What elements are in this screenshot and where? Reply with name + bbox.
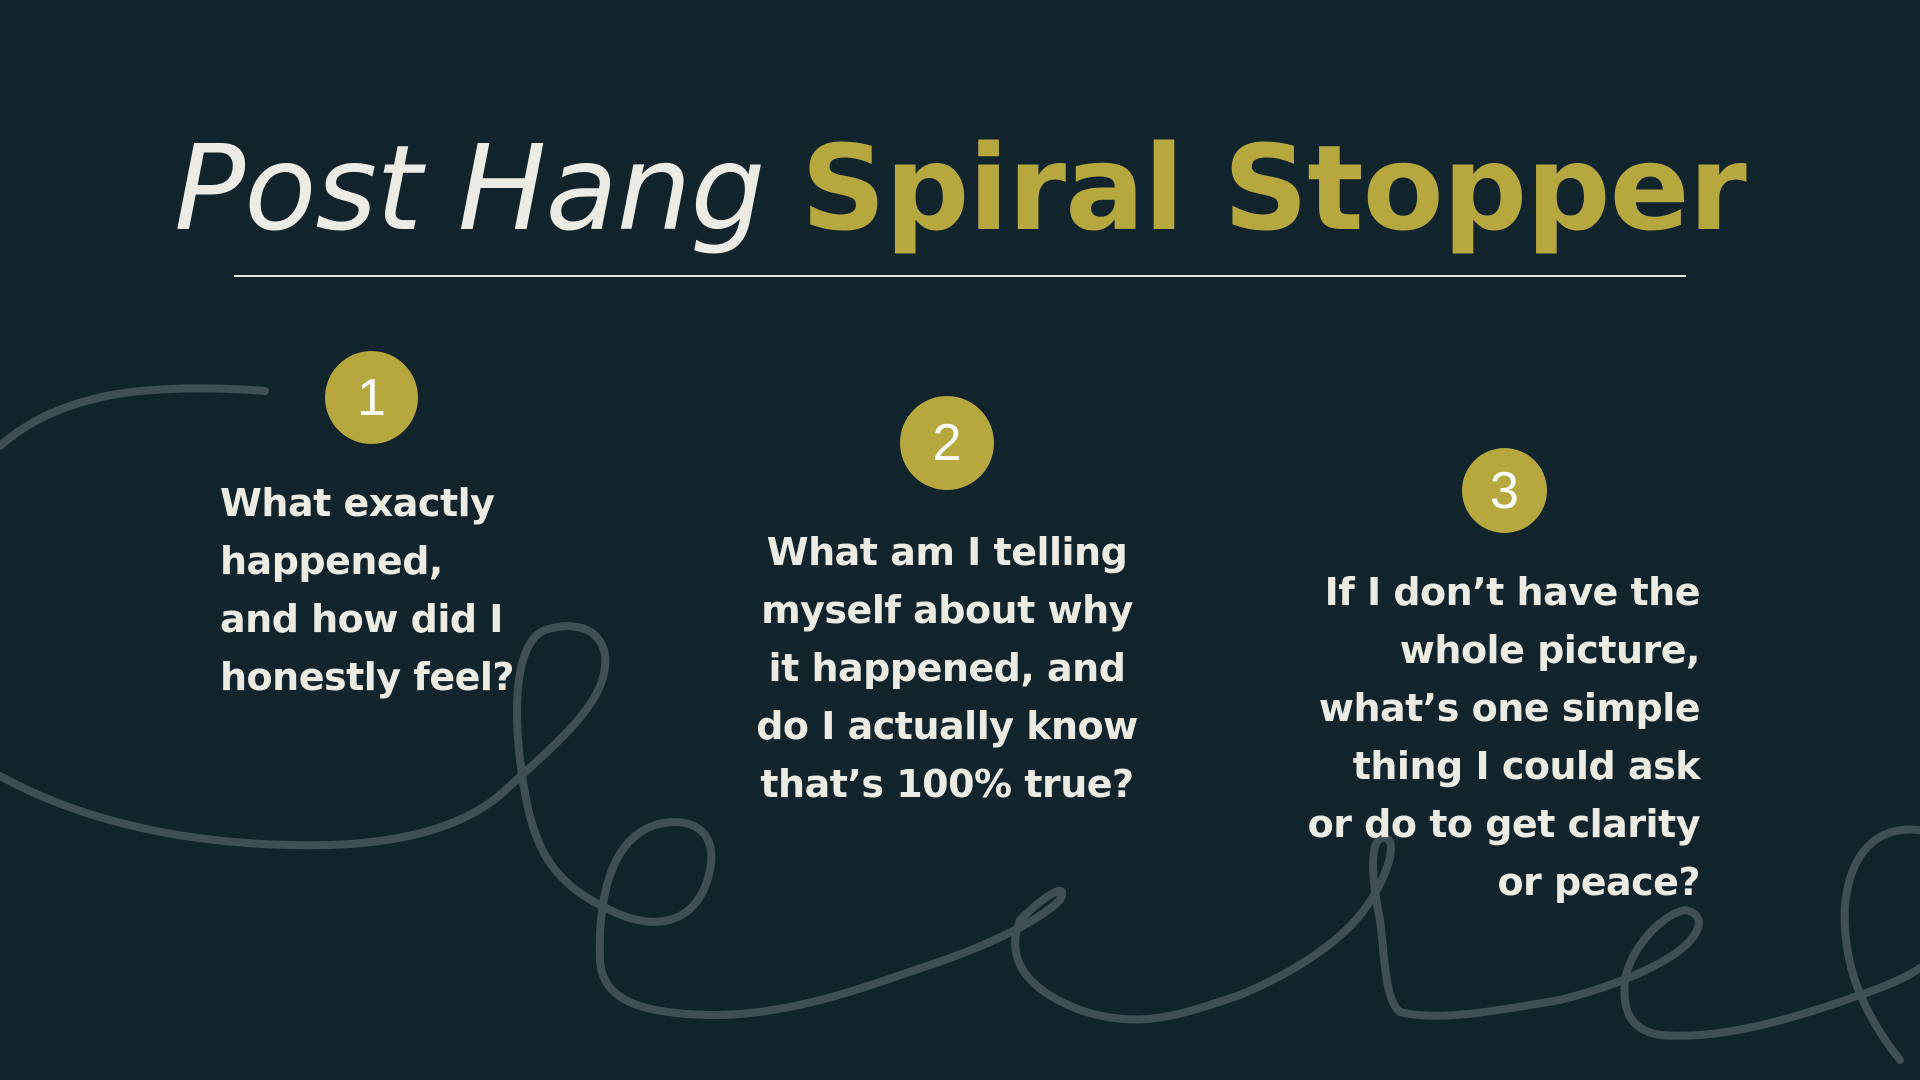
slide: Post Hang Spiral Stopper 1 What exactly …: [0, 0, 1920, 1080]
title-bold-part: Spiral Stopper: [800, 119, 1747, 257]
step-number-badge-2: 2: [900, 396, 994, 490]
step-number-badge-1: 1: [325, 351, 418, 444]
step-question-2: What am I telling myself about why it ha…: [756, 530, 1138, 806]
title-underline-divider: [234, 275, 1686, 277]
step-question-1: What exactly happened, and how did I hon…: [220, 481, 514, 699]
title-light-part: Post Hang: [174, 119, 765, 257]
step-question-3: If I don’t have the whole picture, what’…: [1307, 570, 1701, 904]
step-number-badge-3: 3: [1462, 448, 1547, 533]
page-title: Post Hang Spiral Stopper: [0, 118, 1920, 258]
